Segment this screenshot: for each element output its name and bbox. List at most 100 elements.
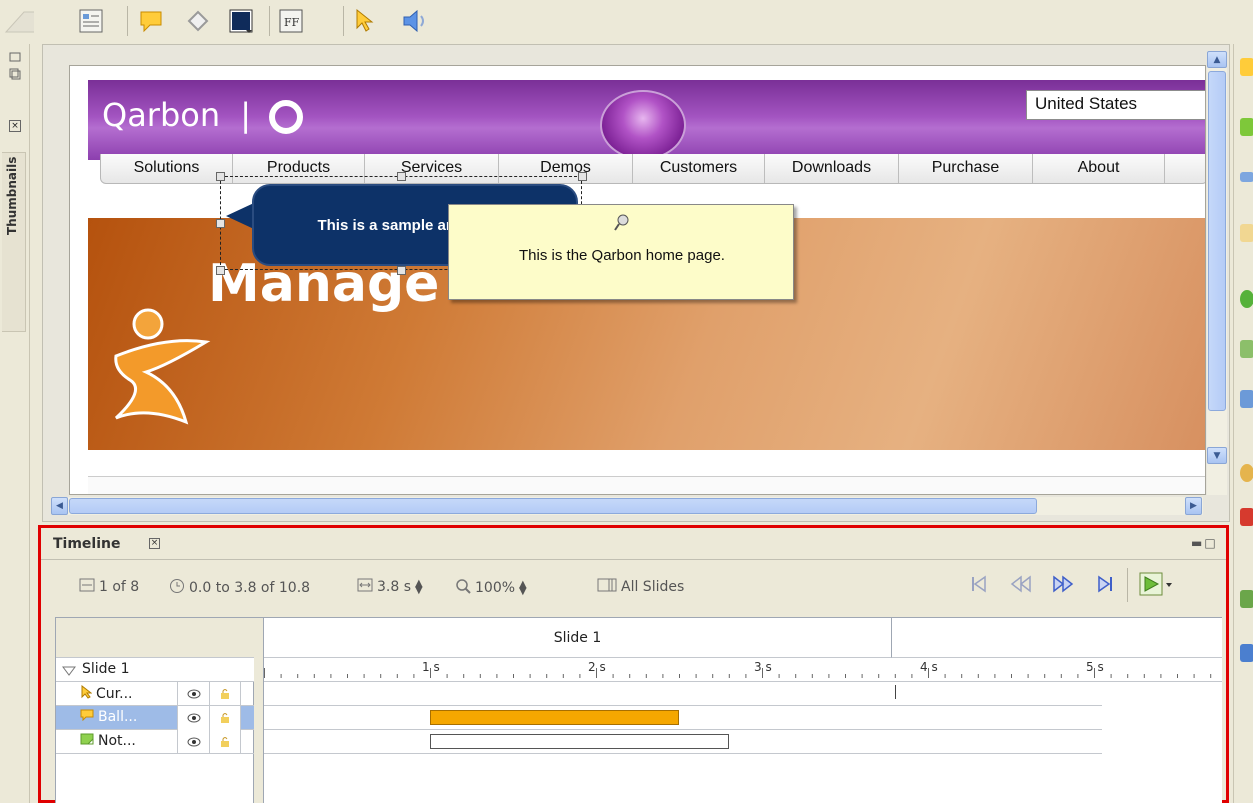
ruler-ticks — [264, 668, 1212, 678]
collapse-triangle-icon[interactable] — [62, 664, 76, 680]
resize-handle[interactable] — [216, 172, 225, 181]
timeline-controls: 1 of 8 0.0 to 3.8 of 10.8 3.8 s ▲ ▼ 100% … — [41, 562, 1226, 612]
lock-icon[interactable] — [209, 730, 241, 754]
tick-label-5s: 5 s — [1086, 660, 1104, 674]
timeline-grid: Slide 1 Cur... Ball... Not... Slide 1 1 … — [55, 617, 1222, 803]
tag-icon[interactable] — [183, 0, 213, 38]
duration-text: 3.8 s — [377, 579, 412, 595]
toolbar-overflow-icon[interactable] — [4, 0, 34, 38]
scroll-up-icon[interactable]: ▲ — [1207, 51, 1227, 68]
logo-text: Qarbon — [102, 96, 221, 134]
layer-row-cursor[interactable]: Cur... — [56, 682, 254, 706]
thumbnails-tab-label: Thumbnails — [5, 157, 19, 236]
spinner-icon[interactable]: ▲ ▼ — [519, 580, 527, 597]
nav-purchase[interactable]: Purchase — [899, 154, 1033, 183]
pushpin-icon — [614, 213, 630, 235]
spinner-icon[interactable]: ▲ ▼ — [415, 579, 423, 596]
balloon-icon[interactable] — [136, 0, 166, 38]
visibility-eye-icon[interactable] — [177, 682, 209, 706]
tree-root-label: Slide 1 — [82, 661, 130, 677]
visibility-eye-icon[interactable] — [177, 730, 209, 754]
slide-editor: Qarbon | United States Solutions Product… — [42, 44, 1230, 522]
first-frame-icon[interactable] — [965, 570, 993, 598]
layer-row-note[interactable]: Not... — [56, 730, 254, 754]
nav-customers[interactable]: Customers — [633, 154, 765, 183]
thumbnails-tab[interactable]: Thumbnails — [2, 152, 26, 332]
nav-solutions[interactable]: Solutions — [101, 154, 233, 183]
balloon-icon — [80, 709, 94, 725]
restore-panel-icon[interactable] — [9, 52, 21, 85]
document-tool-icon[interactable] — [1240, 644, 1253, 662]
layer-label: Cur... — [96, 686, 133, 702]
resize-handle[interactable] — [397, 172, 406, 181]
properties-icon[interactable] — [76, 0, 106, 38]
balloon-tool-icon[interactable] — [1240, 58, 1253, 76]
country-select[interactable]: United States — [1026, 90, 1205, 120]
horizontal-scrollbar[interactable]: ◀ ▶ — [51, 497, 1203, 515]
horizontal-scroll-thumb[interactable] — [69, 498, 1037, 514]
splitter[interactable] — [254, 618, 264, 803]
scroll-down-icon[interactable]: ▼ — [1207, 447, 1227, 464]
timeline-tab[interactable]: Timeline — [53, 536, 121, 552]
fast-forward-icon[interactable] — [1049, 570, 1077, 598]
balloon-duration-bar[interactable] — [430, 710, 679, 725]
magnifier-icon — [455, 578, 471, 598]
layer-label: Not... — [98, 733, 136, 749]
frame-tool-icon[interactable] — [1240, 224, 1253, 242]
shape-fill-icon[interactable] — [226, 0, 256, 38]
note-tool-icon[interactable] — [1240, 118, 1253, 136]
resize-handle[interactable] — [216, 266, 225, 275]
play-menu-icon[interactable] — [1137, 570, 1173, 598]
layer-name: Ball... — [80, 709, 137, 725]
nav-about[interactable]: About — [1033, 154, 1165, 183]
note-box[interactable]: This is the Qarbon home page. — [448, 204, 794, 300]
scroll-left-icon[interactable]: ◀ — [51, 497, 68, 515]
close-timeline-icon[interactable]: × — [149, 538, 160, 549]
circle-tool-icon[interactable] — [1240, 290, 1253, 308]
lane-note[interactable] — [264, 730, 1102, 754]
slide-header-rest — [892, 618, 1222, 658]
playhead-marker[interactable] — [894, 685, 896, 699]
record-tool-icon[interactable] — [1240, 508, 1253, 526]
lane-cursor[interactable] — [264, 682, 1102, 706]
tick-label-4s: 4 s — [920, 660, 938, 674]
lock-icon[interactable] — [209, 682, 241, 706]
lock-icon[interactable] — [209, 706, 241, 730]
resize-handle[interactable] — [578, 172, 587, 181]
arrow-tool-icon[interactable] — [1240, 172, 1253, 182]
visibility-eye-icon[interactable] — [177, 706, 209, 730]
resize-handle[interactable] — [397, 266, 406, 275]
zoom-stepper[interactable]: 100% ▲ ▼ — [455, 578, 527, 598]
scroll-right-icon[interactable]: ▶ — [1185, 497, 1202, 515]
scope-selector[interactable]: All Slides — [597, 578, 684, 596]
svg-text:FF: FF — [284, 16, 300, 29]
sound-icon[interactable] — [400, 0, 430, 38]
cursor-icon[interactable] — [352, 0, 382, 38]
zoom-tool-icon[interactable] — [1240, 390, 1253, 408]
rewind-icon[interactable] — [1007, 570, 1035, 598]
chart-tool-icon[interactable] — [1240, 590, 1253, 608]
vertical-scrollbar[interactable]: ▲ ▼ — [1207, 51, 1227, 495]
duration-icon — [357, 578, 373, 596]
tick-label-1s: 1 s — [422, 660, 440, 674]
layer-row-balloon[interactable]: Ball... — [56, 706, 254, 730]
font-icon[interactable]: FF — [276, 0, 306, 38]
resize-handle[interactable] — [216, 219, 225, 228]
last-frame-icon[interactable] — [1091, 570, 1119, 598]
vertical-scroll-thumb[interactable] — [1208, 71, 1226, 411]
right-tool-strip — [1233, 44, 1253, 803]
cursor-icon — [80, 684, 93, 703]
duration-stepper[interactable]: 3.8 s ▲ ▼ — [357, 578, 423, 596]
lane-balloon[interactable] — [264, 706, 1102, 730]
close-thumbnails-icon[interactable]: × — [9, 120, 21, 132]
timeline-tracks: Slide 1 1 s 2 s 3 s 4 s 5 s — [264, 618, 1222, 803]
nav-downloads[interactable]: Downloads — [765, 154, 899, 183]
time-ruler[interactable]: 1 s 2 s 3 s 4 s 5 s — [264, 658, 1222, 682]
slide-canvas[interactable]: Qarbon | United States Solutions Product… — [69, 65, 1206, 495]
zoom-text: 100% — [475, 580, 516, 596]
minimize-maximize-icon[interactable]: ▬□ — [1191, 536, 1218, 550]
note-duration-bar[interactable] — [430, 734, 729, 749]
tree-root-row[interactable]: Slide 1 — [56, 658, 254, 682]
image-tool-icon[interactable] — [1240, 340, 1253, 358]
paint-tool-icon[interactable] — [1240, 464, 1253, 482]
